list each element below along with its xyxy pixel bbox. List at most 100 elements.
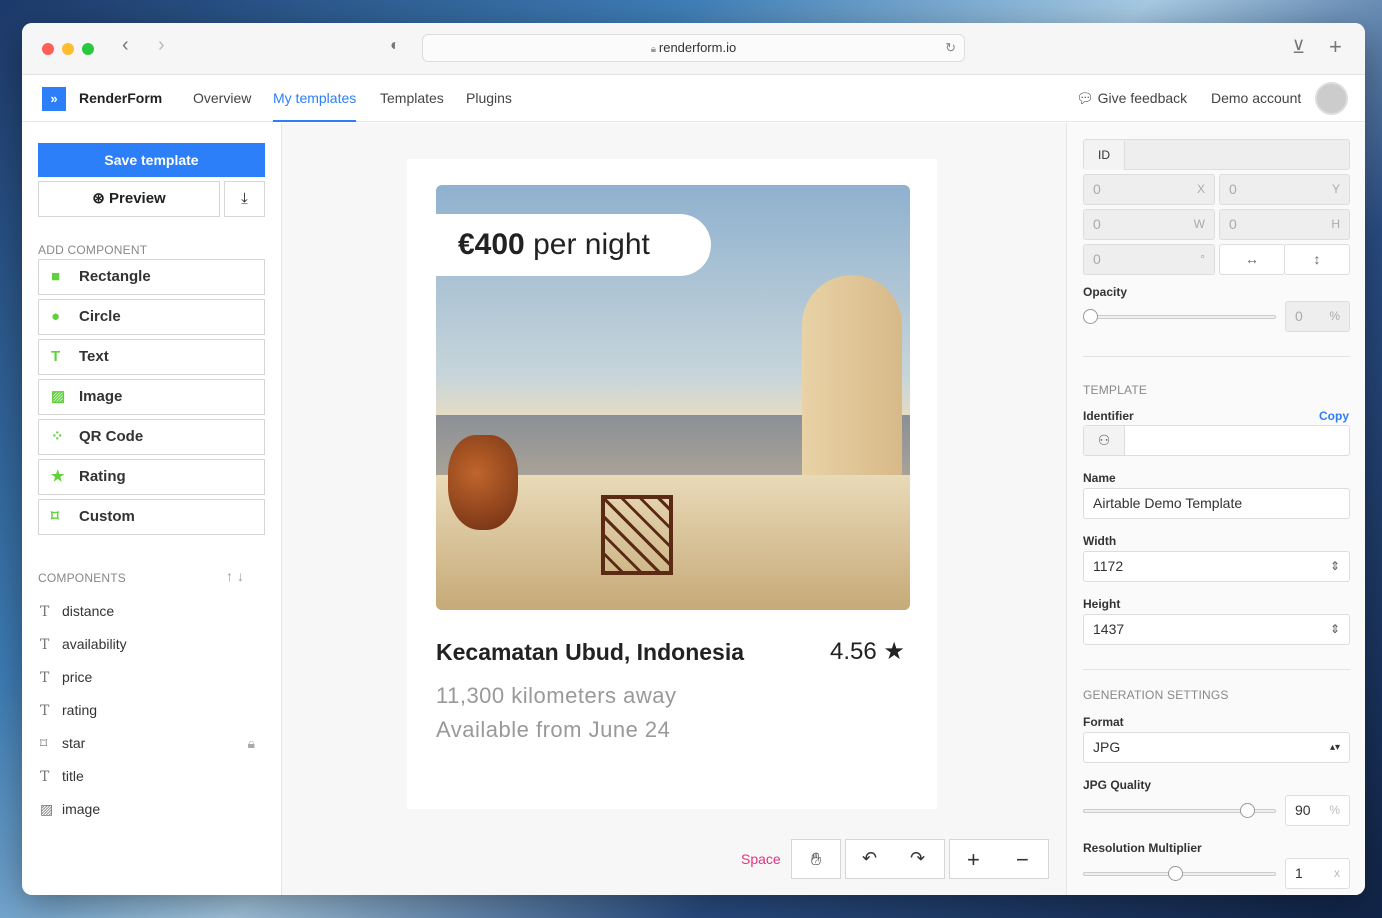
browser-toolbar: ‹ › ◐ 🔒︎ renderform.io ↻ ⊻ + <box>22 23 1365 75</box>
shield-icon[interactable]: ◐ <box>390 37 400 55</box>
flip-vertical-button[interactable]: ↕ <box>1284 244 1350 275</box>
id-field[interactable]: ID <box>1083 139 1350 170</box>
format-label: Format <box>1083 715 1124 729</box>
new-tab-icon[interactable]: + <box>1329 34 1342 60</box>
app-nav: » RenderForm Overview My templates Templ… <box>22 75 1365 122</box>
opacity-field[interactable]: 0% <box>1285 301 1350 332</box>
height-field[interactable]: 1437 ⇕ <box>1083 614 1350 645</box>
template-canvas[interactable]: €400 per night Kecamatan Ubud, Indonesia… <box>407 159 937 809</box>
zoom-out-icon[interactable]: − <box>1016 847 1029 873</box>
copy-identifier-link[interactable]: Copy <box>1319 409 1349 423</box>
component-list-item[interactable]: Tavailability <box>40 636 255 653</box>
stepper-icon[interactable]: ⇕ <box>1330 552 1340 581</box>
y-field[interactable]: 0Y <box>1219 174 1350 205</box>
text-icon: T <box>40 637 50 653</box>
custom-shape-icon: ⌑ <box>51 508 59 525</box>
section-title: GENERATION SETTINGS <box>1083 688 1229 702</box>
add-qr-code-button[interactable]: ⁘ QR Code <box>38 419 265 455</box>
width-field[interactable]: 1172 ⇕ <box>1083 551 1350 582</box>
opacity-slider-handle[interactable] <box>1083 309 1098 324</box>
add-text-button[interactable]: T Text <box>38 339 265 375</box>
jpg-quality-slider[interactable] <box>1083 803 1276 818</box>
left-panel: Save template ⊛ Preview ⤓ ADD COMPONENT … <box>22 123 282 895</box>
resolution-field[interactable]: 1x <box>1285 858 1350 889</box>
text-icon: T <box>40 604 50 620</box>
star-icon: ★ <box>51 468 65 485</box>
image-icon: ▨ <box>40 802 54 818</box>
add-custom-button[interactable]: ⌑ Custom <box>38 499 265 535</box>
avatar[interactable] <box>1315 82 1348 115</box>
identifier-field[interactable]: ⚇ <box>1083 425 1350 456</box>
undo-icon[interactable]: ↶ <box>862 848 877 869</box>
resolution-slider-handle[interactable] <box>1168 866 1183 881</box>
nav-plugins[interactable]: Plugins <box>466 75 512 122</box>
template-image[interactable]: €400 per night <box>436 185 910 610</box>
component-list-item[interactable]: Tprice <box>40 669 255 686</box>
zoom-in-icon[interactable]: + <box>967 847 980 873</box>
component-list-item[interactable]: Ttitle <box>40 768 255 785</box>
jpg-quality-slider-handle[interactable] <box>1240 803 1255 818</box>
canvas-area: €400 per night Kecamatan Ubud, Indonesia… <box>282 123 1066 895</box>
width-label: Width <box>1083 534 1117 548</box>
image-icon: ▨ <box>51 388 66 405</box>
stepper-icon[interactable]: ⇕ <box>1330 615 1340 644</box>
save-template-button[interactable]: Save template <box>38 143 265 177</box>
aperture-icon: ⊛ <box>92 190 110 207</box>
rotation-field[interactable]: 0 ° <box>1083 244 1215 275</box>
flip-vertical-icon: ↕ <box>1313 251 1321 267</box>
add-rectangle-button[interactable]: ■ Rectangle <box>38 259 265 295</box>
maximize-window-button[interactable] <box>82 43 94 55</box>
component-list-item[interactable]: ⌑ star 🔒︎ <box>40 735 255 752</box>
w-field[interactable]: 0W <box>1083 209 1215 240</box>
lock-icon[interactable]: 🔒︎ <box>248 735 255 752</box>
forward-icon[interactable]: › <box>158 34 165 57</box>
give-feedback-link[interactable]: 💬︎ Give feedback <box>1076 75 1187 122</box>
component-list-item[interactable]: Trating <box>40 702 255 719</box>
pan-tool-button[interactable]: ✋︎ <box>791 839 841 879</box>
price-label: €400 per night <box>436 214 711 276</box>
flip-horizontal-button[interactable]: ↔ <box>1219 244 1285 275</box>
add-rating-button[interactable]: ★ Rating <box>38 459 265 495</box>
fingerprint-icon: ⚇ <box>1084 426 1125 455</box>
space-hint: Space <box>741 851 781 867</box>
jpg-quality-field[interactable]: 90% <box>1285 795 1350 826</box>
component-list-item[interactable]: Tdistance <box>40 603 255 620</box>
chat-icon: 💬︎ <box>1076 90 1098 106</box>
redo-icon[interactable]: ↷ <box>910 848 925 869</box>
download-template-button[interactable]: ⤓ <box>224 181 265 217</box>
rating-text[interactable]: 4.56 ★ <box>830 637 905 666</box>
component-list-item[interactable]: ▨ image <box>40 801 255 818</box>
close-window-button[interactable] <box>42 43 54 55</box>
opacity-slider[interactable] <box>1083 309 1276 324</box>
title-text[interactable]: Kecamatan Ubud, Indonesia <box>436 639 744 666</box>
add-image-button[interactable]: ▨ Image <box>38 379 265 415</box>
name-label: Name <box>1083 471 1116 485</box>
name-field[interactable]: Airtable Demo Template <box>1083 488 1350 519</box>
reload-icon[interactable]: ↻ <box>945 35 956 61</box>
preview-button[interactable]: ⊛ Preview <box>38 181 220 217</box>
sort-arrows-icon[interactable]: ↑ ↓ <box>226 568 244 584</box>
circle-icon: ● <box>51 308 61 325</box>
address-bar[interactable]: 🔒︎ renderform.io ↻ <box>422 34 965 62</box>
minimize-window-button[interactable] <box>62 43 74 55</box>
distance-text[interactable]: 11,300 kilometers away <box>436 683 677 709</box>
x-field[interactable]: 0X <box>1083 174 1215 205</box>
nav-templates[interactable]: Templates <box>380 75 444 122</box>
identifier-label: Identifier <box>1083 409 1134 423</box>
star-icon: ★ <box>883 638 905 665</box>
download-icon[interactable]: ⊻ <box>1292 37 1305 58</box>
nav-my-templates[interactable]: My templates <box>273 75 357 122</box>
properties-panel: ID 0X 0Y 0W 0H 0 ° ↔ ↕ Opacity 0% TEMPLAT… <box>1066 123 1365 895</box>
opacity-label: Opacity <box>1083 285 1128 299</box>
text-icon: T <box>40 769 50 785</box>
h-field[interactable]: 0H <box>1219 209 1350 240</box>
add-circle-button[interactable]: ● Circle <box>38 299 265 335</box>
availability-text[interactable]: Available from June 24 <box>436 717 670 743</box>
account-menu[interactable]: Demo account <box>1211 75 1301 122</box>
brand-name[interactable]: RenderForm <box>79 75 162 122</box>
flip-horizontal-icon: ↔ <box>1245 251 1259 267</box>
nav-overview[interactable]: Overview <box>193 75 251 122</box>
resolution-slider[interactable] <box>1083 866 1276 881</box>
format-select[interactable]: JPG ▴▾ <box>1083 732 1350 763</box>
back-icon[interactable]: ‹ <box>122 34 129 57</box>
